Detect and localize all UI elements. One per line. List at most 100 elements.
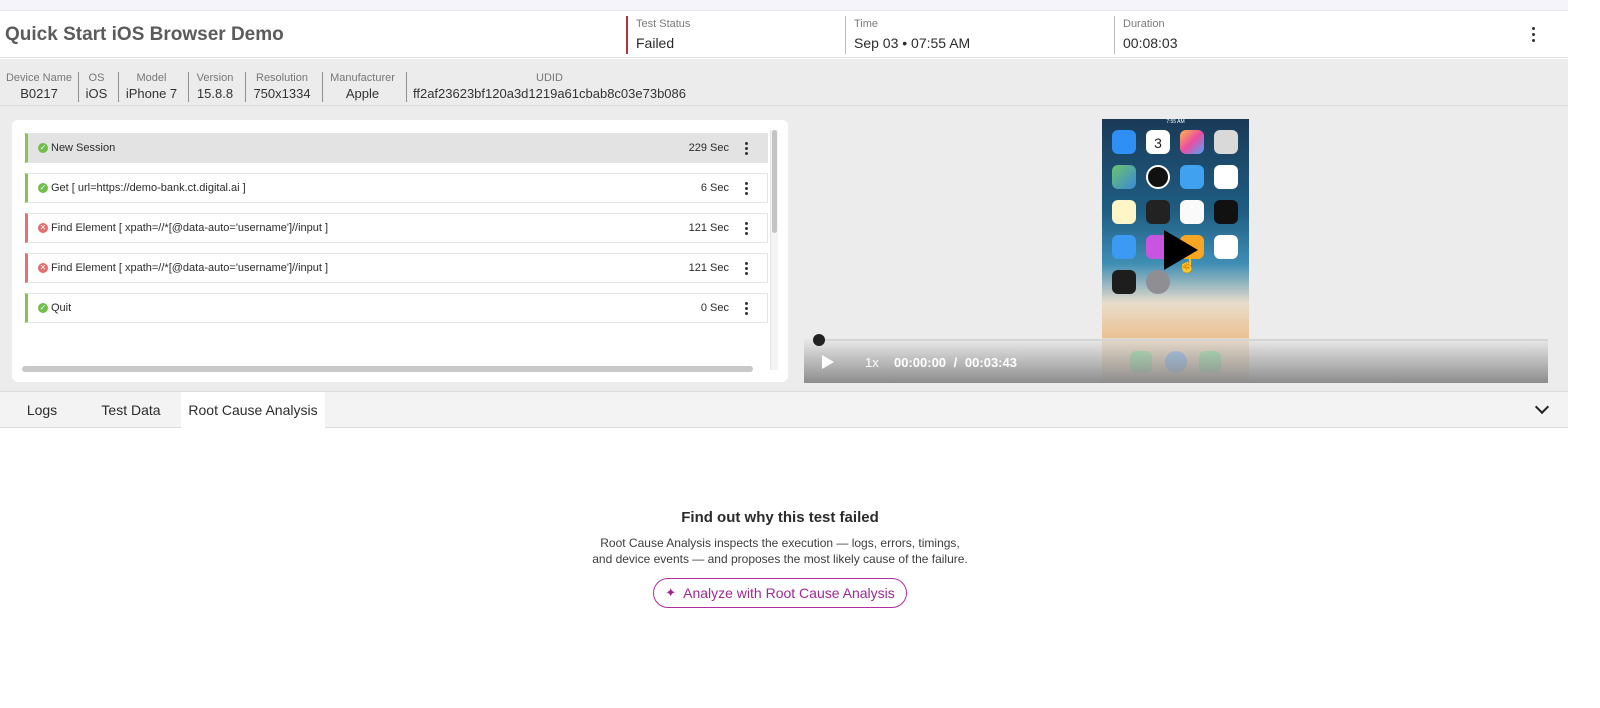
home-app-icon <box>1214 165 1238 189</box>
wallet-app-icon <box>1112 270 1136 294</box>
rca-description: Root Cause Analysis inspects the executi… <box>0 535 1560 567</box>
test-time-label: Time <box>854 18 879 30</box>
mouse-cursor-icon: ☝ <box>1178 257 1197 274</box>
horizontal-scrollbar[interactable] <box>22 366 753 372</box>
step-row[interactable]: ✓ New Session 229 Sec <box>25 133 768 163</box>
device-os-value: iOS <box>85 86 108 101</box>
step-row[interactable]: ✓ Quit 0 Sec <box>25 293 768 323</box>
phone-status-time: 7:55 AM <box>1166 119 1185 125</box>
test-status-label: Test Status <box>636 18 691 30</box>
test-status: Test Status Failed <box>626 16 690 54</box>
device-manufacturer-label: Manufacturer <box>330 72 395 84</box>
clock-app-icon <box>1146 165 1170 189</box>
test-header: Quick Start iOS Browser Demo Test Status… <box>0 11 1568 58</box>
test-duration: Duration 00:08:03 <box>1114 16 1178 54</box>
tv-app-icon <box>1214 200 1238 224</box>
step-duration: 121 Sec <box>688 262 729 274</box>
page-title: Quick Start iOS Browser Demo <box>5 24 284 45</box>
tab-test-data[interactable]: Test Data <box>89 392 173 428</box>
step-menu-icon[interactable] <box>739 218 753 238</box>
error-icon: ✕ <box>38 263 48 273</box>
test-status-value: Failed <box>636 35 675 51</box>
camera-app-icon <box>1214 130 1238 154</box>
step-row[interactable]: ✓ Get [ url=https://demo-bank.ct.digital… <box>25 173 768 203</box>
step-duration: 121 Sec <box>688 222 729 234</box>
analyze-rca-button-label: Analyze with Root Cause Analysis <box>683 585 895 601</box>
test-duration-label: Duration <box>1123 18 1165 30</box>
device-name: Device Name B0217 <box>4 72 74 102</box>
device-model: Model iPhone 7 <box>118 72 184 102</box>
step-row[interactable]: ✕ Find Element [ xpath=//*[@data-auto='u… <box>25 253 768 283</box>
check-icon: ✓ <box>38 183 48 193</box>
step-name: Find Element [ xpath=//*[@data-auto='use… <box>51 222 329 234</box>
device-os-label: OS <box>88 72 105 84</box>
device-udid-label: UDID <box>536 72 563 84</box>
weather-app-icon <box>1180 165 1204 189</box>
analyze-rca-button[interactable]: ✦ Analyze with Root Cause Analysis <box>653 578 907 608</box>
device-name-value: B0217 <box>20 86 58 101</box>
device-resolution-label: Resolution <box>256 72 308 84</box>
device-info-bar: Device Name B0217 OS iOS Model iPhone 7 … <box>0 59 1568 106</box>
device-udid: UDID ff2af23623bf120a3d1219a61cbab8c03e7… <box>406 72 692 102</box>
sparkle-icon: ✦ <box>665 585 677 600</box>
app-store-icon <box>1112 235 1136 259</box>
device-resolution: Resolution 750x1334 <box>245 72 318 102</box>
video-progress-knob[interactable] <box>813 334 825 346</box>
step-duration: 0 Sec <box>700 302 729 314</box>
rca-description-line: and device events — and proposes the mos… <box>592 552 968 566</box>
step-name: New Session <box>51 142 116 154</box>
step-name: Find Element [ xpath=//*[@data-auto='use… <box>51 262 329 274</box>
health-app-icon <box>1214 235 1238 259</box>
video-time-separator: / <box>953 355 958 370</box>
video-total-time: 00:03:43 <box>964 355 1017 370</box>
vertical-scrollbar-thumb[interactable] <box>772 130 777 233</box>
device-manufacturer-value: Apple <box>345 86 380 101</box>
device-os: OS iOS <box>78 72 114 102</box>
check-icon: ✓ <box>38 143 48 153</box>
step-duration: 229 Sec <box>688 142 729 154</box>
step-name: Get [ url=https://demo-bank.ct.digital.a… <box>51 182 246 194</box>
test-duration-value: 00:08:03 <box>1123 35 1178 51</box>
step-name: Quit <box>51 302 72 314</box>
step-menu-icon[interactable] <box>739 178 753 198</box>
device-version-value: 15.8.8 <box>196 86 234 101</box>
video-current-time: 00:00:00 <box>894 355 947 370</box>
right-gutter <box>1568 0 1600 708</box>
device-model-value: iPhone 7 <box>125 86 178 101</box>
check-icon: ✓ <box>38 303 48 313</box>
settings-app-icon <box>1146 270 1170 294</box>
step-menu-icon[interactable] <box>739 258 753 278</box>
rca-panel <box>0 429 1568 708</box>
top-strip <box>0 0 1568 11</box>
test-time: Time Sep 03 • 07:55 AM <box>845 16 970 54</box>
step-duration: 6 Sec <box>700 182 729 194</box>
device-version: Version 15.8.8 <box>188 72 241 102</box>
play-icon[interactable] <box>822 355 834 369</box>
rca-title: Find out why this test failed <box>681 509 879 526</box>
video-time: 00:00:00 / 00:03:43 <box>894 355 1017 370</box>
steps-panel: ✓ New Session 229 Sec ✓ Get [ url=https:… <box>12 120 788 382</box>
tab-logs[interactable]: Logs <box>14 392 70 428</box>
step-menu-icon[interactable] <box>739 298 753 318</box>
calendar-app-icon: 3 <box>1146 130 1170 154</box>
bottom-tabs: Logs Test Data Root Cause Analysis <box>0 391 1568 428</box>
mail-app-icon <box>1112 130 1136 154</box>
more-options-icon[interactable] <box>1524 23 1542 45</box>
playback-speed[interactable]: 1x <box>865 355 879 370</box>
tab-root-cause-analysis[interactable]: Root Cause Analysis <box>181 392 325 428</box>
error-icon: ✕ <box>38 223 48 233</box>
test-time-value: Sep 03 • 07:55 AM <box>854 35 971 51</box>
notes-app-icon <box>1112 200 1136 224</box>
reminders-app-icon <box>1180 200 1204 224</box>
device-version-label: Version <box>196 72 234 84</box>
maps-app-icon <box>1112 165 1136 189</box>
step-row[interactable]: ✕ Find Element [ xpath=//*[@data-auto='u… <box>25 213 768 243</box>
step-menu-icon[interactable] <box>739 138 753 158</box>
device-name-label: Device Name <box>5 72 73 84</box>
device-resolution-value: 750x1334 <box>253 86 311 101</box>
photos-app-icon <box>1180 130 1204 154</box>
device-udid-value: ff2af23623bf120a3d1219a61cbab8c03e73b086 <box>412 86 687 101</box>
video-progress-bar[interactable] <box>813 339 1548 341</box>
stocks-app-icon <box>1146 200 1170 224</box>
rca-description-line: Root Cause Analysis inspects the executi… <box>600 536 960 550</box>
